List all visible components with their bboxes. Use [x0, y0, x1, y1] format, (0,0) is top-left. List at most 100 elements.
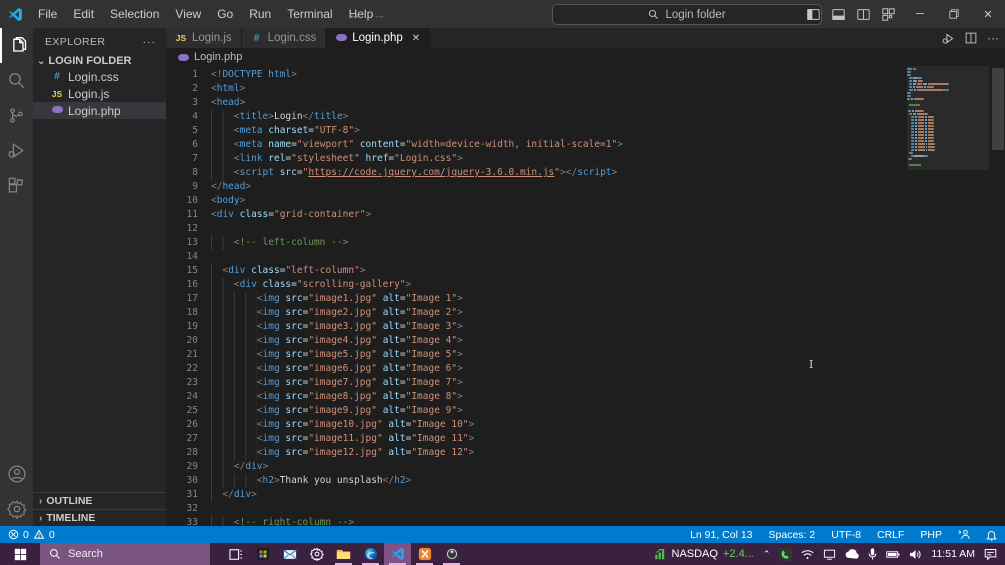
- timeline-section[interactable]: › TIMELINE: [33, 509, 166, 526]
- customize-layout-icon[interactable]: [882, 7, 895, 21]
- volume-icon[interactable]: [909, 549, 922, 560]
- taskbar-app-xampp[interactable]: [411, 543, 438, 565]
- notifications-bell-icon[interactable]: [986, 529, 997, 541]
- activity-source-control-icon[interactable]: [0, 98, 33, 133]
- mouse-ibeam-cursor: I: [809, 358, 814, 371]
- line-number: 4: [192, 111, 198, 122]
- status-crlf[interactable]: CRLF: [877, 529, 904, 541]
- line-number: 22: [186, 363, 198, 374]
- feedback-icon[interactable]: [958, 529, 970, 540]
- battery-icon[interactable]: [886, 550, 900, 559]
- minimap[interactable]: [907, 68, 989, 167]
- file-item-login-css[interactable]: # Login.css: [33, 68, 166, 85]
- start-button[interactable]: [0, 543, 40, 565]
- status-php[interactable]: PHP: [920, 529, 942, 541]
- taskbar-search-input[interactable]: Search: [40, 543, 210, 565]
- line-number: 5: [192, 125, 198, 136]
- activity-extensions-icon[interactable]: [0, 168, 33, 203]
- menu-edit[interactable]: Edit: [65, 0, 102, 28]
- menu-run[interactable]: Run: [241, 0, 279, 28]
- menu-view[interactable]: View: [167, 0, 209, 28]
- clock[interactable]: 11:51 AM: [931, 548, 975, 560]
- code-line: 6 <meta name="viewport" content="width=d…: [166, 138, 905, 152]
- explorer-more-actions-icon[interactable]: ···: [143, 36, 157, 48]
- editor-actions: ···: [942, 28, 999, 48]
- menu-file[interactable]: File: [30, 0, 65, 28]
- tab-login-css[interactable]: # Login.css: [241, 28, 327, 48]
- status-ln[interactable]: Ln 91, Col 13: [690, 529, 752, 541]
- menu-terminal[interactable]: Terminal: [279, 0, 340, 28]
- tab-login-js[interactable]: JS Login.js: [166, 28, 242, 48]
- js-file-icon: JS: [175, 33, 187, 43]
- status-utf-8[interactable]: UTF-8: [831, 529, 861, 541]
- chevron-right-icon: ›: [39, 512, 43, 524]
- taskbar-app-settings[interactable]: [303, 543, 330, 565]
- split-editor-icon[interactable]: [965, 32, 977, 44]
- code-line: 1 <!DOCTYPE html>: [166, 68, 905, 82]
- news-widget[interactable]: NASDAQ +2.4...: [654, 548, 754, 560]
- file-item-login-php[interactable]: Login.php: [33, 102, 166, 119]
- taskbar-app-task-view[interactable]: [222, 543, 249, 565]
- chevron-right-icon: ›: [39, 495, 43, 507]
- taskbar-app-obs[interactable]: [438, 543, 465, 565]
- folder-login-folder[interactable]: ⌄ LOGIN FOLDER: [33, 54, 166, 68]
- tab-login-php[interactable]: Login.php ✕: [326, 28, 431, 48]
- activity-account-icon[interactable]: [0, 456, 33, 491]
- toggle-panel-icon[interactable]: [832, 8, 845, 21]
- menu-go[interactable]: Go: [209, 0, 241, 28]
- chevron-down-icon: ⌄: [37, 55, 46, 67]
- menu-bar: File Edit Selection View Go Run Terminal Help: [30, 0, 381, 28]
- scrollbar-thumb[interactable]: [992, 68, 1004, 150]
- file-item-login-js[interactable]: JS Login.js: [33, 85, 166, 102]
- menu-selection[interactable]: Selection: [102, 0, 167, 28]
- outline-section[interactable]: › OUTLINE: [33, 492, 166, 509]
- line-number: 24: [186, 391, 198, 402]
- vertical-scrollbar[interactable]: [991, 66, 1005, 526]
- code-line: 2 <html>: [166, 82, 905, 96]
- activity-settings-icon[interactable]: [0, 491, 33, 526]
- activity-run-debug-icon[interactable]: [0, 133, 33, 168]
- line-number: 29: [186, 461, 198, 472]
- code-line: 7 <link rel="stylesheet" href="Login.css…: [166, 152, 905, 166]
- editor-group: JS Login.js # Login.css Login.php ✕ ··· Login…: [166, 28, 1005, 526]
- taskbar-app-store[interactable]: [249, 543, 276, 565]
- activity-explorer-icon[interactable]: [0, 28, 33, 63]
- notification-center-icon[interactable]: [984, 548, 997, 560]
- forward-arrow-icon[interactable]: →: [373, 7, 386, 22]
- activity-search-icon[interactable]: [0, 63, 33, 98]
- close-window-button[interactable]: ✕: [971, 0, 1005, 28]
- close-tab-icon[interactable]: ✕: [412, 33, 420, 44]
- taskbar-app-file-explorer[interactable]: [330, 543, 357, 565]
- line-number: 32: [186, 503, 198, 514]
- onedrive-cloud-icon[interactable]: [845, 549, 860, 559]
- line-number: 15: [186, 265, 198, 276]
- cast-device-icon[interactable]: [823, 549, 836, 560]
- code-editor[interactable]: 1 <!DOCTYPE html> 2 <html> 3 <head> 4 <title>L…: [166, 66, 1005, 526]
- microphone-icon[interactable]: [868, 548, 877, 560]
- taskbar-app-edge[interactable]: [357, 543, 384, 565]
- line-number: 28: [186, 447, 198, 458]
- minimize-button[interactable]: ─: [903, 0, 937, 28]
- taskbar-app-mail[interactable]: [276, 543, 303, 565]
- problems-indicator[interactable]: 0 0: [8, 529, 55, 541]
- store-icon: [256, 547, 270, 561]
- search-input[interactable]: Login folder: [552, 4, 822, 25]
- tray-expand-icon[interactable]: ⌃: [763, 549, 771, 560]
- toggle-sidebar-icon[interactable]: [807, 8, 820, 21]
- line-number: 21: [186, 349, 198, 360]
- line-number: 26: [186, 419, 198, 430]
- status-spaces[interactable]: Spaces: 2: [769, 529, 816, 541]
- phone-link-icon[interactable]: [779, 547, 793, 561]
- css-file-icon: #: [253, 32, 260, 44]
- taskbar-app-vscode[interactable]: [384, 543, 411, 565]
- run-code-icon[interactable]: [942, 32, 955, 45]
- code-line: 22 <img src="image6.jpg" alt="Image 6">: [166, 362, 905, 376]
- toggle-secondary-sidebar-icon[interactable]: [857, 8, 870, 21]
- restore-button[interactable]: [937, 0, 971, 28]
- breadcrumb[interactable]: Login.php: [166, 48, 1005, 66]
- mail-icon: [283, 549, 297, 560]
- code-line: 27 <img src="image11.jpg" alt="Image 11"…: [166, 432, 905, 446]
- wifi-icon[interactable]: [801, 549, 814, 560]
- more-actions-icon[interactable]: ···: [987, 31, 999, 45]
- back-arrow-icon[interactable]: ←: [348, 7, 361, 22]
